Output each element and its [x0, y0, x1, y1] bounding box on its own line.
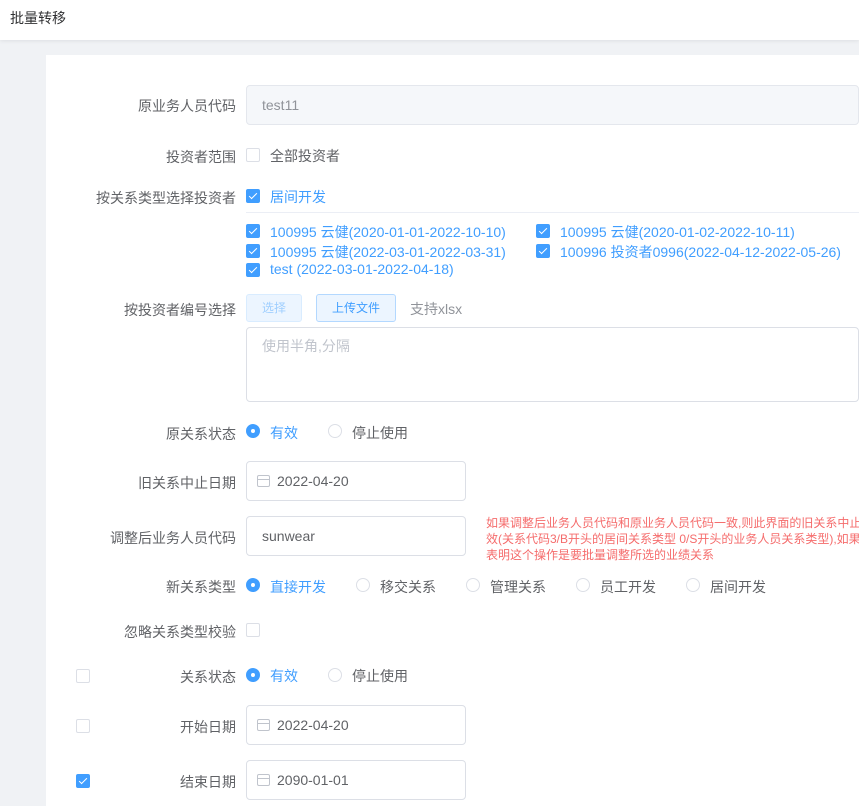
form-card: 原业务人员代码 test11 投资者范围 全部投资者 按关系类型选择投资者 居间… — [46, 55, 859, 806]
orig-staff-value: test11 — [262, 97, 300, 113]
support-xlsx-text: 支持xlsx — [410, 301, 463, 317]
new-type-option-label[interactable]: 员工开发 — [600, 577, 656, 597]
orig-staff-input: test11 — [246, 85, 859, 125]
relation-checkbox[interactable] — [536, 244, 550, 258]
relation-checkbox[interactable] — [536, 224, 550, 238]
ignore-check-label: 忽略关系类型校验 — [124, 624, 236, 640]
relation-type-checkbox[interactable] — [246, 189, 260, 203]
new-type-label: 新关系类型 — [166, 579, 236, 595]
investor-scope-label: 投资者范围 — [166, 149, 236, 165]
select-button[interactable]: 选择 — [246, 294, 302, 322]
new-type-radio-direct[interactable] — [246, 578, 260, 592]
new-staff-value: sunwear — [262, 528, 315, 544]
page-title: 批量转移 — [10, 10, 66, 26]
calendar-icon — [257, 719, 270, 731]
relation-checkbox[interactable] — [246, 263, 260, 277]
relation-type-checkbox-label[interactable]: 居间开发 — [270, 187, 326, 207]
end-date-value: 2090-01-01 — [277, 772, 349, 788]
new-type-option-label[interactable]: 管理关系 — [490, 577, 546, 597]
new-staff-hint-line: 如果调整后业务人员代码和原业务人员代码一致,则此界面的旧关系中止 — [486, 516, 859, 530]
rel-status-label: 关系状态 — [180, 669, 236, 685]
orig-status-valid-label[interactable]: 有效 — [270, 423, 298, 443]
orig-status-stop-radio[interactable] — [328, 424, 342, 438]
start-date-label: 开始日期 — [180, 719, 236, 735]
all-investors-label[interactable]: 全部投资者 — [270, 146, 340, 166]
investor-no-label: 按投资者编号选择 — [124, 302, 236, 318]
orig-status-label: 原关系状态 — [166, 426, 236, 442]
relation-item-label[interactable]: test (2022-03-01-2022-04-18) — [270, 261, 454, 277]
orig-status-stop-label[interactable]: 停止使用 — [352, 423, 408, 443]
end-date-input[interactable]: 2090-01-01 — [246, 760, 466, 800]
new-staff-input[interactable]: sunwear — [246, 516, 466, 556]
relation-checkbox[interactable] — [246, 224, 260, 238]
investor-no-textarea[interactable]: 使用半角,分隔 — [246, 327, 859, 402]
new-type-radio-manage[interactable] — [466, 578, 480, 592]
new-type-option-label[interactable]: 移交关系 — [380, 577, 436, 597]
upload-file-button[interactable]: 上传文件 — [316, 294, 396, 322]
new-type-option-label[interactable]: 直接开发 — [270, 577, 326, 597]
relation-item-label[interactable]: 100995 云健(2022-03-01-2022-03-31) — [270, 242, 506, 262]
orig-status-valid-radio[interactable] — [246, 424, 260, 438]
top-bar: 批量转移 — [0, 0, 859, 40]
new-staff-hint-line: 表明这个操作是要批量调整所选的业绩关系 — [486, 548, 715, 562]
textarea-placeholder: 使用半角,分隔 — [262, 338, 350, 354]
orig-staff-label: 原业务人员代码 — [138, 98, 236, 114]
relation-item-label[interactable]: 100995 云健(2020-01-01-2022-10-10) — [270, 222, 506, 242]
old-end-date-label: 旧关系中止日期 — [138, 475, 236, 491]
old-end-date-input[interactable]: 2022-04-20 — [246, 461, 466, 501]
relation-item-label[interactable]: 100995 云健(2020-01-02-2022-10-11) — [560, 222, 795, 242]
new-type-radio-employee[interactable] — [576, 578, 590, 592]
divider — [246, 212, 859, 213]
new-type-radio-transfer[interactable] — [356, 578, 370, 592]
rel-status-stop-label[interactable]: 停止使用 — [352, 666, 408, 686]
start-date-input[interactable]: 2022-04-20 — [246, 705, 466, 745]
rel-status-valid-radio[interactable] — [246, 668, 260, 682]
new-type-radio-intermediary[interactable] — [686, 578, 700, 592]
all-investors-checkbox[interactable] — [246, 148, 260, 162]
new-staff-hint-line: 效(关系代码3/B开头的居间关系类型 0/S开头的业务人员关系类型),如果 — [486, 532, 859, 546]
new-staff-label: 调整后业务人员代码 — [110, 530, 236, 546]
relation-item-label[interactable]: 100996 投资者0996(2022-04-12-2022-05-26) — [560, 242, 841, 262]
calendar-icon — [257, 475, 270, 487]
relation-checkbox[interactable] — [246, 244, 260, 258]
new-type-option-label[interactable]: 居间开发 — [710, 577, 766, 597]
start-date-value: 2022-04-20 — [277, 717, 349, 733]
rel-status-valid-label[interactable]: 有效 — [270, 666, 298, 686]
calendar-icon — [257, 774, 270, 786]
relation-type-label: 按关系类型选择投资者 — [96, 190, 236, 206]
rel-status-stop-radio[interactable] — [328, 668, 342, 682]
end-date-label: 结束日期 — [180, 774, 236, 790]
ignore-check-checkbox[interactable] — [246, 623, 260, 637]
old-end-date-value: 2022-04-20 — [277, 473, 349, 489]
